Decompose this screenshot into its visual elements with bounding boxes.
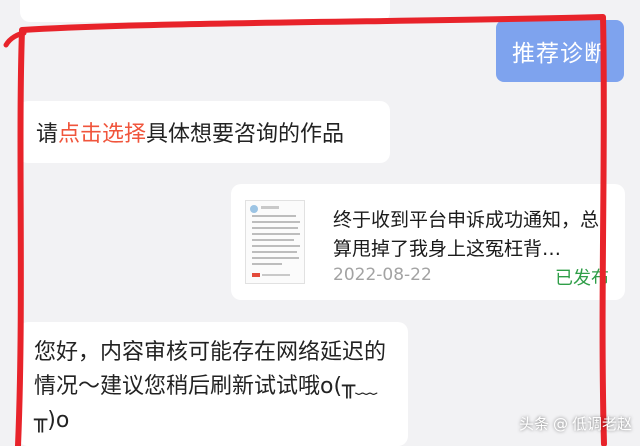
recommend-diagnosis-button[interactable]: 推荐诊断: [496, 20, 624, 82]
watermark-account: 低调老赵: [571, 415, 632, 433]
watermark: 头条 @ 低调老赵: [519, 413, 632, 434]
work-card[interactable]: 终于收到平台申诉成功通知，总算甩掉了我身上这冤枉背… 2022-08-22 已发…: [231, 184, 625, 300]
prompt-highlight: 点击选择: [58, 122, 147, 147]
prompt-prefix: 请: [36, 122, 59, 147]
status-badge: 已发布: [555, 268, 609, 289]
prompt-suffix: 具体想要咨询的作品: [146, 122, 345, 147]
work-date: 2022-08-22: [333, 265, 432, 285]
reply-text: 您好，内容审核可能存在网络延迟的情况～建议您稍后刷新试试哦o(╥﹏╥)o: [34, 340, 387, 433]
select-work-prompt: 请点击选择 具体想要咨询的作品: [18, 101, 390, 163]
work-title: 终于收到平台申诉成功通知，总算甩掉了我身上这冤枉背…: [333, 209, 600, 260]
avatar: [250, 205, 258, 213]
at-icon: @: [552, 414, 568, 433]
previous-message-bubble: [20, 0, 390, 22]
reply-message-bubble: 您好，内容审核可能存在网络延迟的情况～建议您稍后刷新试试哦o(╥﹏╥)o: [18, 322, 408, 446]
work-thumbnail: [245, 200, 305, 284]
watermark-platform: 头条: [518, 415, 549, 433]
